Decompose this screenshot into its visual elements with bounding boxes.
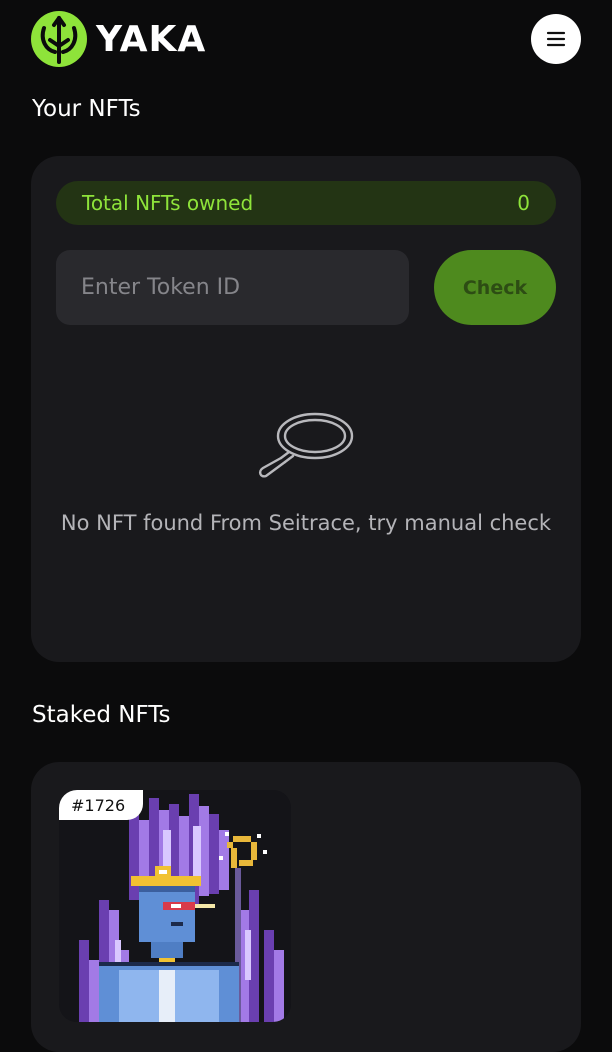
your-nfts-title: Your NFTs (32, 96, 141, 122)
your-nfts-card: Total NFTs owned 0 Check No NFT found Fr… (31, 156, 581, 662)
total-nfts-value: 0 (517, 191, 530, 215)
token-id-input[interactable] (56, 250, 409, 325)
brand-logo[interactable]: YAKA (30, 10, 206, 68)
total-nfts-label: Total NFTs owned (82, 191, 254, 215)
menu-button[interactable] (531, 14, 581, 64)
check-button[interactable]: Check (434, 250, 556, 325)
magnifying-glass-icon (258, 412, 354, 478)
app-header: YAKA (0, 0, 612, 80)
empty-state-message: No NFT found From Seitrace, try manual c… (60, 511, 552, 535)
nft-token-badge: #1726 (59, 790, 144, 820)
staked-nfts-card: #1726 (31, 762, 581, 1052)
total-nfts-owned-bar: Total NFTs owned 0 (56, 181, 556, 225)
yaka-trident-icon (31, 11, 87, 67)
brand-name: YAKA (96, 18, 207, 60)
staked-nfts-title: Staked NFTs (32, 702, 171, 728)
hamburger-menu-icon (546, 31, 566, 47)
staked-nft-card[interactable]: #1726 (59, 790, 291, 1022)
pixel-art-warrior-nft (59, 790, 291, 1022)
